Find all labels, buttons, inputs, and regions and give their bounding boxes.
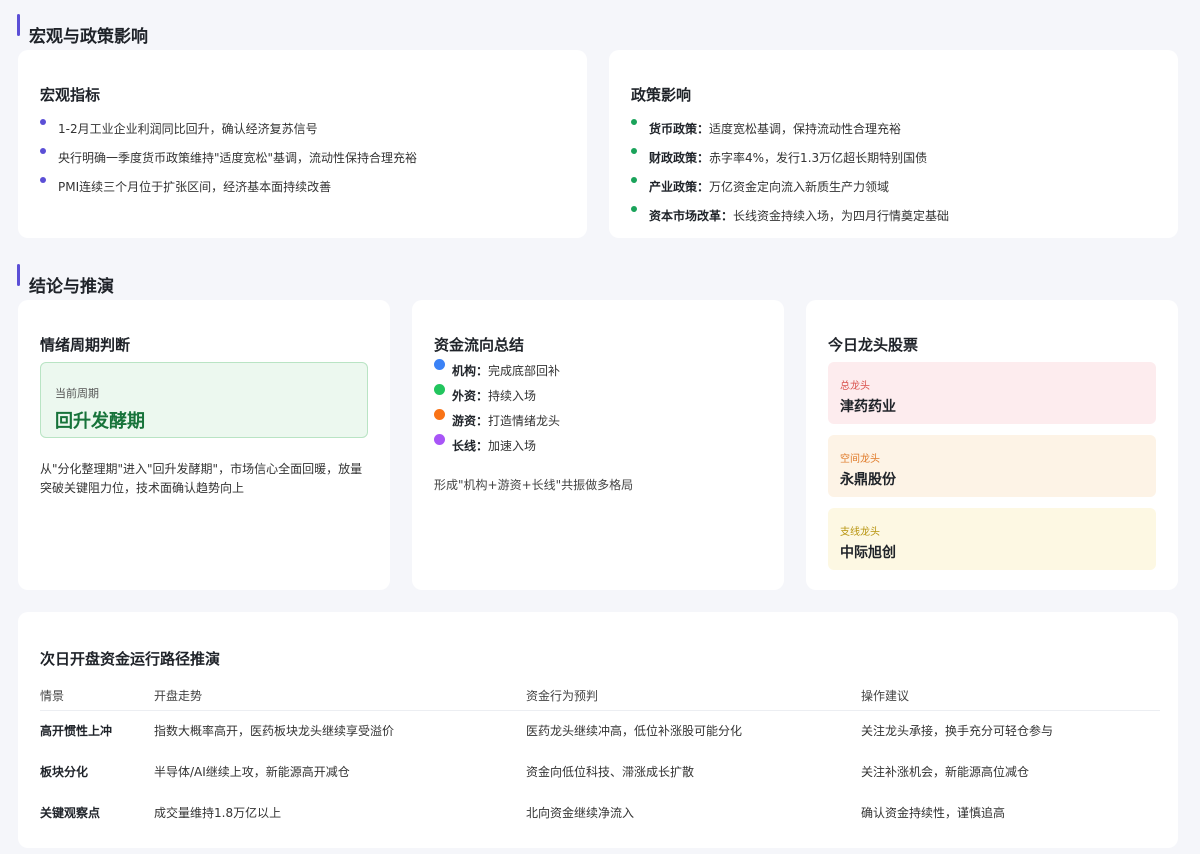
current-cycle-box: 当前周期 回升发酵期 <box>40 362 368 438</box>
bullet-dot-icon <box>631 177 637 183</box>
flow-item-label: 长线： <box>452 439 489 453</box>
dragon-tag: 空间龙头 <box>840 454 880 465</box>
policy-item-text: 万亿资金定向流入新质生产力领域 <box>709 180 890 194</box>
fund-flow-title: 资金流向总结 <box>434 336 525 354</box>
dragon-stock-name: 津药药业 <box>840 399 896 415</box>
table-cell: 指数大概率高开，医药板块龙头继续享受溢价 <box>154 724 395 739</box>
path-deduction-title: 次日开盘资金运行路径推演 <box>40 650 221 668</box>
dragon-stocks-card: 今日龙头股票 总龙头 津药药业 空间龙头 永鼎股份 支线龙头 中际旭创 <box>806 300 1178 590</box>
current-cycle-value: 回升发酵期 <box>55 411 145 432</box>
column-header-fund-behavior: 资金行为预判 <box>526 682 861 711</box>
table-cell: 板块分化 <box>40 765 89 779</box>
macro-item-text: PMI连续三个月位于扩张区间，经济基本面持续改善 <box>58 180 332 194</box>
flow-item-text: 加速入场 <box>488 439 537 453</box>
current-cycle-label: 当前周期 <box>55 387 99 400</box>
policy-item-text: 长线资金持续入场，为四月行情奠定基础 <box>733 209 950 223</box>
policy-impact-card: 政策影响 货币政策：适度宽松基调，保持流动性合理充裕 财政政策：赤字率4%，发行… <box>609 50 1178 238</box>
macro-indicators-title: 宏观指标 <box>40 86 101 104</box>
column-header-scenario: 情景 <box>40 682 154 711</box>
bullet-dot-icon <box>40 119 46 125</box>
fund-flow-summary: 形成"机构+游资+长线"共振做多格局 <box>434 478 634 492</box>
fund-flow-list: 机构：完成底部回补 外资：持续入场 游资：打造情绪龙头 长线：加速入场 <box>434 359 561 464</box>
bullet-dot-icon <box>40 148 46 154</box>
list-item: 机构：完成底部回补 <box>434 359 561 389</box>
table-cell: 关键观察点 <box>40 806 101 820</box>
bullet-dot-icon <box>631 119 637 125</box>
table-cell: 高开惯性上冲 <box>40 724 113 739</box>
list-item: 外资：持续入场 <box>434 384 560 414</box>
bullet-dot-icon <box>40 177 46 183</box>
list-item: 长线：加速入场 <box>434 434 560 464</box>
table-row: 高开惯性上冲 指数大概率高开，医药板块龙头继续享受溢价 医药龙头继续冲高，低位补… <box>40 710 1160 751</box>
table-cell: 成交量维持1.8万亿以上 <box>154 806 282 820</box>
table-cell: 医药龙头继续冲高，低位补涨股可能分化 <box>526 724 743 739</box>
table-header-row: 情景 开盘走势 资金行为预判 操作建议 <box>40 682 1160 711</box>
dragon-tag: 总龙头 <box>840 381 870 392</box>
cycle-description: 从"分化整理期"进入"回升发酵期"，市场信心全面回暖，放量突破关键阻力位，技术面… <box>40 462 363 495</box>
macro-indicators-list: 1-2月工业企业利润同比回升，确认经济复苏信号 央行明确一季度货币政策维持"适度… <box>40 119 418 209</box>
long-term-dot-icon <box>434 434 445 445</box>
macro-indicators-card: 宏观指标 1-2月工业企业利润同比回升，确认经济复苏信号 央行明确一季度货币政策… <box>18 50 587 238</box>
dragon-item-space[interactable]: 空间龙头 永鼎股份 <box>828 435 1156 497</box>
list-item: PMI连续三个月位于扩张区间，经济基本面持续改善 <box>40 177 417 209</box>
foreign-capital-dot-icon <box>434 384 445 395</box>
dragon-item-branch[interactable]: 支线龙头 中际旭创 <box>828 508 1156 570</box>
policy-impact-title: 政策影响 <box>631 86 692 104</box>
list-item: 货币政策：适度宽松基调，保持流动性合理充裕 <box>631 119 949 151</box>
flow-item-text: 打造情绪龙头 <box>488 414 561 428</box>
policy-impact-list: 货币政策：适度宽松基调，保持流动性合理充裕 财政政策：赤字率4%，发行1.3万亿… <box>631 119 950 238</box>
table-cell: 确认资金持续性，谨慎追高 <box>861 806 1006 820</box>
flow-item-text: 完成底部回补 <box>488 364 561 378</box>
table-cell: 半导体/AI继续上攻，新能源高开减仓 <box>154 765 350 779</box>
dragon-stock-name: 中际旭创 <box>840 545 896 561</box>
list-item: 1-2月工业企业利润同比回升，确认经济复苏信号 <box>40 119 417 151</box>
table-cell: 资金向低位科技、滞涨成长扩散 <box>526 765 695 779</box>
flow-item-label: 外资： <box>452 389 489 403</box>
column-header-advice: 操作建议 <box>861 682 1160 711</box>
dragon-item-overall[interactable]: 总龙头 津药药业 <box>828 362 1156 424</box>
column-header-open-trend: 开盘走势 <box>154 682 526 711</box>
bullet-dot-icon <box>631 148 637 154</box>
policy-item-text: 赤字率4%，发行1.3万亿超长期特别国债 <box>709 151 928 165</box>
policy-item-text: 适度宽松基调，保持流动性合理充裕 <box>709 122 902 136</box>
list-item: 资本市场改革：长线资金持续入场，为四月行情奠定基础 <box>631 206 950 238</box>
list-item: 游资：打造情绪龙头 <box>434 409 561 439</box>
macro-item-text: 1-2月工业企业利润同比回升，确认经济复苏信号 <box>58 122 318 136</box>
dragon-stocks-title: 今日龙头股票 <box>828 336 919 354</box>
fund-flow-card: 资金流向总结 机构：完成底部回补 外资：持续入场 游资：打造情绪龙头 长线：加速… <box>412 300 784 590</box>
policy-item-label: 产业政策： <box>649 180 710 194</box>
macro-item-text: 央行明确一季度货币政策维持"适度宽松"基调，流动性保持合理充裕 <box>58 151 418 165</box>
path-table: 情景 开盘走势 资金行为预判 操作建议 高开惯性上冲 指数大概率高开，医药板块龙… <box>40 682 1160 833</box>
section-title-macro-policy: 宏观与政策影响 <box>17 14 148 47</box>
table-cell: 北向资金继续净流入 <box>526 806 635 820</box>
table-cell: 关注龙头承接，换手充分可轻仓参与 <box>861 724 1054 739</box>
policy-item-label: 资本市场改革： <box>649 209 734 223</box>
bullet-dot-icon <box>631 206 637 212</box>
list-item: 财政政策：赤字率4%，发行1.3万亿超长期特别国债 <box>631 148 949 180</box>
flow-item-label: 机构： <box>452 364 489 378</box>
table-row: 板块分化 半导体/AI继续上攻，新能源高开减仓 资金向低位科技、滞涨成长扩散 关… <box>40 751 1160 792</box>
hot-money-dot-icon <box>434 409 445 420</box>
flow-item-label: 游资： <box>452 414 489 428</box>
section-title-conclusion: 结论与推演 <box>17 264 114 297</box>
table-cell: 关注补涨机会，新能源高位减仓 <box>861 765 1030 779</box>
institution-dot-icon <box>434 359 445 370</box>
list-item: 产业政策：万亿资金定向流入新质生产力领域 <box>631 177 949 209</box>
table-row: 关键观察点 成交量维持1.8万亿以上 北向资金继续净流入 确认资金持续性，谨慎追… <box>40 792 1160 833</box>
dragon-tag: 支线龙头 <box>840 527 880 538</box>
sentiment-cycle-card: 情绪周期判断 当前周期 回升发酵期 从"分化整理期"进入"回升发酵期"，市场信心… <box>18 300 390 590</box>
flow-item-text: 持续入场 <box>488 389 537 403</box>
path-deduction-card: 次日开盘资金运行路径推演 情景 开盘走势 资金行为预判 操作建议 高开惯性上冲 … <box>18 612 1178 848</box>
policy-item-label: 财政政策： <box>649 151 710 165</box>
sentiment-cycle-title: 情绪周期判断 <box>40 336 131 354</box>
policy-item-label: 货币政策： <box>649 122 710 136</box>
list-item: 央行明确一季度货币政策维持"适度宽松"基调，流动性保持合理充裕 <box>40 148 418 180</box>
dragon-stock-name: 永鼎股份 <box>840 472 896 488</box>
